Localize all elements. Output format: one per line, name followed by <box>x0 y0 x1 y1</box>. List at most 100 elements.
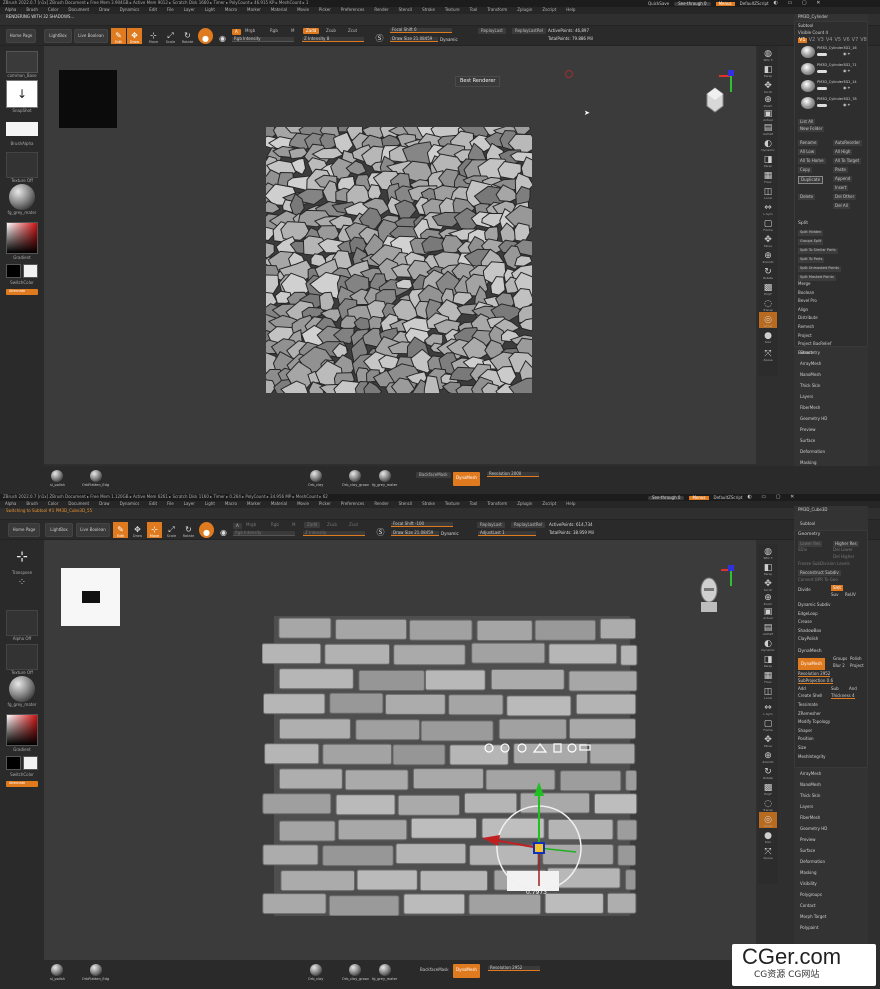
subtool-all-high-button[interactable]: All High <box>833 149 853 155</box>
a-toggle[interactable]: A <box>233 523 242 529</box>
secondary-color-swatch[interactable] <box>23 264 38 278</box>
sub-button[interactable]: Sub <box>831 687 839 691</box>
live-boolean-button[interactable]: Live Boolean <box>74 29 108 43</box>
menu-transform[interactable]: Transform <box>482 7 512 14</box>
see-through-slider[interactable]: See-through 0 <box>648 495 685 500</box>
palette-geometry[interactable]: Geometry <box>800 351 820 355</box>
menu-texture[interactable]: Texture <box>440 501 465 508</box>
menu-light[interactable]: Light <box>200 501 220 508</box>
draw-button[interactable]: ✥ Draw <box>127 28 142 44</box>
palette-deformation[interactable]: Deformation <box>800 860 825 864</box>
shelf-local-button[interactable]: ◫ Local <box>759 184 777 200</box>
scale-button[interactable]: ⤢ Scale <box>163 28 178 44</box>
menu-movie[interactable]: Movie <box>292 501 314 508</box>
symmetry-d-button[interactable] <box>372 36 387 46</box>
rgb-intensity-slider[interactable]: Rgb Intensity <box>233 531 295 536</box>
menu-file[interactable]: File <box>162 7 179 14</box>
subtool-thumbnail[interactable] <box>801 97 815 109</box>
menu-tool[interactable]: Tool <box>465 7 483 14</box>
dynamesh-button[interactable]: DynaMesh <box>798 658 825 670</box>
menu-edit[interactable]: Edit <box>144 7 162 14</box>
subtool-rename-button[interactable]: Rename <box>798 140 819 146</box>
shelf-persp-button[interactable]: ◨ Persp <box>759 152 777 168</box>
shelf-transp-button[interactable]: ◌ Transp <box>759 796 777 812</box>
draw-size-slider[interactable]: Draw Size 21.08459 <box>390 37 438 42</box>
subtool-merge-item[interactable]: Merge <box>798 282 811 286</box>
texture-thumbnail[interactable]: Texture Off <box>6 644 38 675</box>
mrgb-button[interactable]: Mrgb <box>246 523 256 528</box>
subtool-item-icons[interactable]: ◉ ⌖ <box>843 103 850 107</box>
subtool-distribute-item[interactable]: Distribute <box>798 316 818 320</box>
shelf-move-button[interactable]: ✥ Move <box>759 232 777 248</box>
brush-orb-clay-button[interactable]: Orb_clay <box>308 470 323 488</box>
subtool-project-item[interactable]: Project <box>798 333 812 338</box>
palette-surface[interactable]: Surface <box>800 849 815 853</box>
menu-picker[interactable]: Picker <box>314 501 336 508</box>
z-intensity-slider[interactable]: Z Intensity 8 <box>302 37 364 42</box>
palette-deformation[interactable]: Deformation <box>800 450 825 454</box>
resolution-slider[interactable]: Resolution 2952 <box>488 966 540 971</box>
palette-nanomesh[interactable]: NanoMesh <box>800 373 821 377</box>
menu-color[interactable]: Color <box>43 501 63 508</box>
menu-edit[interactable]: Edit <box>144 501 162 508</box>
alpha-thumbnail[interactable]: Alpha Off <box>6 610 38 641</box>
menu-brush[interactable]: Brush <box>21 501 43 508</box>
live-boolean-button[interactable]: Live Boolean <box>76 523 110 537</box>
subdiv-level-v6[interactable]: V6 <box>843 38 850 43</box>
subtool-item-name[interactable]: PM3D_Cylinder3D2_71 <box>817 63 857 68</box>
menu-file[interactable]: File <box>162 501 179 508</box>
subtool-remesh-item[interactable]: Remesh <box>798 325 814 329</box>
gizmo-pin-icon[interactable] <box>517 743 527 753</box>
palette-fibermesh[interactable]: FiberMesh <box>800 816 820 820</box>
replay-last-button[interactable]: ReplayLast <box>477 522 505 528</box>
dynamesh-button[interactable]: DynaMesh <box>453 472 480 486</box>
zsub-button[interactable]: Zsub <box>327 523 337 528</box>
menu-render[interactable]: Render <box>369 7 393 14</box>
m-button[interactable]: M <box>292 523 295 528</box>
menu-marker[interactable]: Marker <box>242 501 266 508</box>
shelf-dynamic-button[interactable]: ◐ Dynamic <box>759 136 777 152</box>
replay-last-rel-button[interactable]: ReplayLastRel <box>511 522 546 528</box>
move-button[interactable]: ⊹ Move <box>146 28 161 44</box>
home-page-button[interactable]: Home Page <box>6 29 36 43</box>
shelf-persp-button[interactable]: ◧ Persp <box>759 560 777 576</box>
brush-orbflatten-edg-button[interactable]: OrbFlatten_Edg <box>82 470 109 488</box>
palette-surface[interactable]: Surface <box>800 439 815 443</box>
home-page-button[interactable]: Home Page <box>8 523 40 537</box>
adjust-last-slider[interactable]: AdjustLast 1 <box>478 531 536 536</box>
palette-visibility[interactable]: Visibility <box>800 882 817 886</box>
palette-thick-skin[interactable]: Thick Skin <box>800 384 820 388</box>
brush-sl-polish-button[interactable]: sl_polish <box>50 964 65 982</box>
menu-marker[interactable]: Marker <box>242 7 266 14</box>
menu-movie[interactable]: Movie <box>292 7 314 14</box>
palette-polygroups[interactable]: Polygroups <box>800 893 822 897</box>
shelf-spix-3-button[interactable]: ◍ SPix 3 <box>759 46 777 62</box>
new-folder-button[interactable]: New Folder <box>798 126 825 132</box>
menu-zplugin[interactable]: Zplugin <box>512 7 537 14</box>
rgb-intensity-slider[interactable]: Rgb Intensity <box>232 37 294 42</box>
menu-brush[interactable]: Brush <box>21 7 43 14</box>
subtool-append-button[interactable]: Append <box>833 176 853 182</box>
geometry-edgeloop-item[interactable]: EdgeLoop <box>798 611 818 616</box>
subtool-align-item[interactable]: Align <box>798 307 808 312</box>
subdiv-level-v3[interactable]: V3 <box>817 38 824 43</box>
menu-help[interactable]: Help <box>561 7 580 14</box>
subtool-all-to-target-button[interactable]: All To Target <box>833 158 862 164</box>
replay-last-button[interactable]: ReplayLast <box>478 28 506 34</box>
canvas-viewport[interactable]: 0.7973 <box>44 540 756 960</box>
shelf-l-sym-button[interactable]: ⇔ L.Sym <box>759 700 777 716</box>
geometry-claypolish-item[interactable]: ClayPolish <box>798 637 818 641</box>
freeze-subdiv-button[interactable]: Freeze SubDivision Levels <box>798 562 850 566</box>
shelf-ghost-button[interactable]: ◎ Ghost <box>759 812 777 828</box>
brush-sl-polish-button[interactable]: sl_polish <box>50 470 65 488</box>
geometry-tessimate-item[interactable]: Tessimate <box>798 703 818 707</box>
shelf-frame-button[interactable]: ▢ Frame <box>759 716 777 732</box>
palette-contact[interactable]: Contact <box>800 904 816 908</box>
zadd-button[interactable]: Zadd <box>303 28 320 34</box>
menu-dynamics[interactable]: Dynamics <box>115 501 145 508</box>
shelf-persp-button[interactable]: ◧ Persp <box>759 62 777 78</box>
geometry-zremesher-item[interactable]: ZRemesher <box>798 711 821 716</box>
brush-orb-clay-groov-button[interactable]: Orb_clay_groov <box>342 964 369 982</box>
switch-color-button[interactable]: SwitchColor <box>6 281 38 285</box>
resolution-slider[interactable]: Resolution 2000 <box>487 472 539 477</box>
